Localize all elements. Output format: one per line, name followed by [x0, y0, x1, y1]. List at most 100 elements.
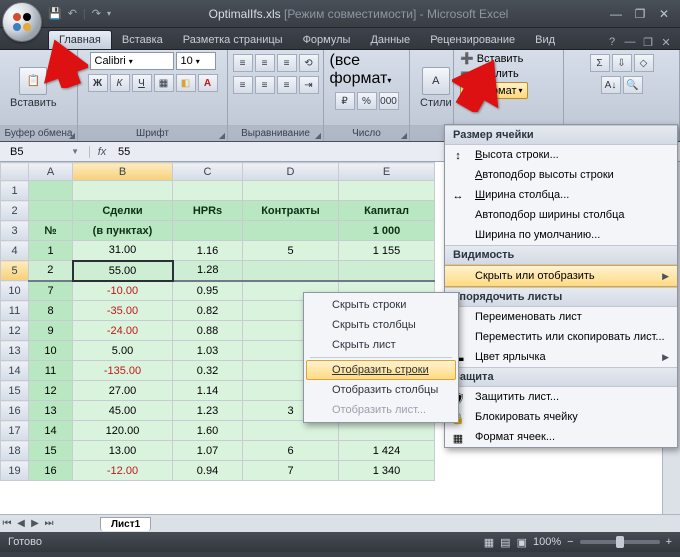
comma-button[interactable]: 000 — [379, 92, 399, 110]
cell[interactable] — [243, 261, 339, 281]
col-header-C[interactable]: C — [173, 163, 243, 181]
cell[interactable]: -135.00 — [73, 361, 173, 381]
active-cell[interactable]: 55.00 — [73, 261, 173, 281]
menu-default-width[interactable]: Ширина по умолчанию... — [445, 225, 677, 245]
align-mid-button[interactable]: ≡ — [255, 54, 275, 72]
mdi-restore[interactable]: ❐ — [640, 36, 656, 49]
cell[interactable]: 31.00 — [73, 241, 173, 261]
orientation-button[interactable]: ⟲ — [299, 54, 319, 72]
row-header[interactable]: 14 — [1, 361, 29, 381]
mdi-close[interactable]: ✕ — [658, 36, 674, 49]
menu-row-height[interactable]: ↕ВВысота строки...ысота строки... — [445, 145, 677, 165]
cell[interactable]: 27.00 — [73, 381, 173, 401]
zoom-level[interactable]: 100% — [533, 536, 561, 548]
number-format-combo[interactable]: (все формат▾ — [330, 52, 404, 88]
office-button[interactable] — [2, 2, 42, 42]
menu-autofit-col[interactable]: Автоподбор ширины столбца — [445, 205, 677, 225]
row-header[interactable]: 2 — [1, 201, 29, 221]
col-header-D[interactable]: D — [243, 163, 339, 181]
help-icon[interactable]: ? — [604, 36, 620, 49]
tab-insert[interactable]: Вставка — [112, 31, 173, 49]
percent-button[interactable]: % — [357, 92, 377, 110]
qat-undo-icon[interactable]: ↶ — [68, 7, 77, 20]
tab-page-layout[interactable]: Разметка страницы — [173, 31, 293, 49]
cell[interactable]: 1 155 — [339, 241, 435, 261]
underline-button[interactable]: Ч — [132, 74, 152, 92]
cell[interactable]: № — [29, 221, 73, 241]
formula-value[interactable]: 55 — [114, 146, 130, 158]
cell[interactable]: -24.00 — [73, 321, 173, 341]
cell[interactable]: 13.00 — [73, 441, 173, 461]
border-button[interactable]: ▦ — [154, 74, 174, 92]
cell[interactable]: 12 — [29, 381, 73, 401]
menu-format-cells[interactable]: ▦Формат ячеек... — [445, 427, 677, 447]
cell[interactable]: HPRs — [173, 201, 243, 221]
cell[interactable]: -35.00 — [73, 301, 173, 321]
cell[interactable]: 1.03 — [173, 341, 243, 361]
row-header[interactable]: 1 — [1, 181, 29, 201]
clear-button[interactable]: ◇ — [634, 54, 654, 72]
col-header-E[interactable]: E — [339, 163, 435, 181]
cell[interactable]: 16 — [29, 461, 73, 481]
menu-autofit-row[interactable]: Автоподбор высоты строки — [445, 165, 677, 185]
italic-button[interactable]: К — [110, 74, 130, 92]
select-all-button[interactable] — [1, 163, 29, 181]
menu-col-width[interactable]: ↔Ширина столбца... — [445, 185, 677, 205]
cell[interactable]: 2 — [29, 261, 73, 281]
menu-hide-cols[interactable]: Скрыть столбцы — [306, 315, 456, 335]
cell[interactable]: 1.16 — [173, 241, 243, 261]
menu-hide-rows[interactable]: Скрыть строки — [306, 295, 456, 315]
font-name-combo[interactable]: Calibri▾ — [90, 52, 174, 70]
font-color-button[interactable]: A — [198, 74, 218, 92]
number-launcher-icon[interactable]: ◢ — [401, 128, 407, 144]
cell[interactable]: 11 — [29, 361, 73, 381]
mdi-minimize[interactable]: — — [622, 36, 638, 49]
menu-hide-sheet[interactable]: Скрыть лист — [306, 335, 456, 355]
row-header[interactable]: 12 — [1, 321, 29, 341]
cell[interactable]: 0.32 — [173, 361, 243, 381]
currency-button[interactable]: ₽ — [335, 92, 355, 110]
menu-protect-sheet[interactable]: 🛡Защитить лист... — [445, 387, 677, 407]
row-header[interactable]: 11 — [1, 301, 29, 321]
cell[interactable]: 9 — [29, 321, 73, 341]
align-bot-button[interactable]: ≡ — [277, 54, 297, 72]
align-top-button[interactable]: ≡ — [233, 54, 253, 72]
cell[interactable] — [339, 261, 435, 281]
cell[interactable]: 14 — [29, 421, 73, 441]
autosum-button[interactable]: Σ — [590, 54, 610, 72]
cell[interactable]: 7 — [29, 281, 73, 301]
cell[interactable]: 120.00 — [73, 421, 173, 441]
fx-icon[interactable]: fx — [90, 146, 114, 158]
cell[interactable]: Сделки — [73, 201, 173, 221]
cell[interactable]: 8 — [29, 301, 73, 321]
align-right-button[interactable]: ≡ — [277, 76, 297, 94]
row-header[interactable]: 16 — [1, 401, 29, 421]
row-header[interactable]: 10 — [1, 281, 29, 301]
cell[interactable]: 1 340 — [339, 461, 435, 481]
menu-show-cols[interactable]: Отобразить столбцы — [306, 380, 456, 400]
name-box[interactable]: B5▼ — [0, 146, 90, 158]
tab-data[interactable]: Данные — [360, 31, 420, 49]
menu-move-sheet[interactable]: Переместить или скопировать лист... — [445, 327, 677, 347]
view-break-icon[interactable]: ▣ — [517, 536, 527, 549]
cell[interactable]: 1.23 — [173, 401, 243, 421]
cell[interactable]: Капитал — [339, 201, 435, 221]
zoom-in-button[interactable]: + — [666, 536, 672, 548]
tab-nav-last-icon[interactable]: ⏭ — [42, 518, 56, 529]
col-header-A[interactable]: A — [29, 163, 73, 181]
cell[interactable]: 1.28 — [173, 261, 243, 281]
row-header[interactable]: 15 — [1, 381, 29, 401]
tab-nav-prev-icon[interactable]: ◀ — [14, 518, 28, 529]
row-header[interactable]: 13 — [1, 341, 29, 361]
menu-hide-show[interactable]: Скрыть или отобразить▶ — [445, 265, 677, 287]
menu-tab-color[interactable]: ▬Цвет ярлычка▶ — [445, 347, 677, 367]
maximize-button[interactable]: ❐ — [630, 7, 650, 21]
tab-nav-next-icon[interactable]: ▶ — [28, 518, 42, 529]
sheet-tab[interactable]: Лист1 — [100, 517, 151, 531]
cell[interactable]: 1 000 — [339, 221, 435, 241]
cell[interactable]: 1 424 — [339, 441, 435, 461]
cell[interactable]: 7 — [243, 461, 339, 481]
horizontal-scrollbar[interactable]: ⏮ ◀ ▶ ⏭ Лист1 — [0, 514, 680, 532]
clipboard-launcher-icon[interactable]: ◢ — [69, 128, 75, 144]
close-button[interactable]: ✕ — [654, 7, 674, 21]
